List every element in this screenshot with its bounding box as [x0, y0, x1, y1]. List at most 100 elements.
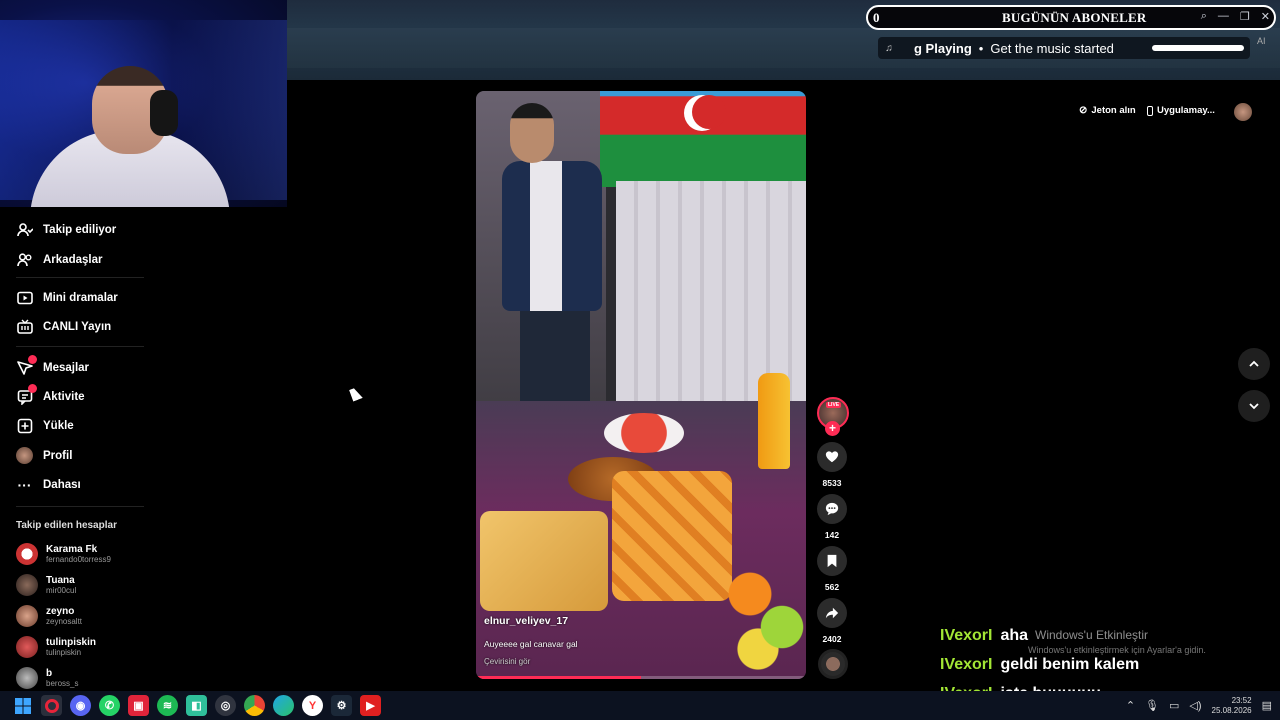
comment-count: 142: [824, 530, 840, 540]
subscribers-title: BUGÜNÜN ABONELER: [1002, 9, 1147, 25]
sidebar-item-following[interactable]: Takip ediliyor: [16, 221, 116, 238]
youtube-icon[interactable]: ▶: [360, 695, 381, 716]
activity-icon: [16, 384, 37, 405]
sidebar-item-label: Dahası: [43, 478, 81, 491]
close-icon[interactable]: ✕: [1261, 10, 1270, 23]
video-scene-bread: [480, 511, 608, 611]
clock[interactable]: 23:52 25.08.2026: [1212, 696, 1252, 716]
sidebar-item-activity[interactable]: Aktivite: [16, 384, 85, 405]
heart-icon[interactable]: [817, 442, 847, 472]
video-player[interactable]: elnur_veliyev_17 Auyeeee gal canavar gal…: [476, 91, 806, 679]
followed-account[interactable]: Karama Fk fernando0torress9: [16, 543, 111, 565]
profile-icon: [16, 447, 33, 464]
headset: [150, 90, 178, 136]
like-count: 8533: [822, 478, 842, 488]
account-name: Tuana: [46, 574, 75, 586]
app-green-icon[interactable]: ◧: [186, 695, 207, 716]
music-widget: ♫ g Playing • Get the music started: [878, 37, 1250, 59]
upload-icon: [16, 417, 33, 434]
follow-button[interactable]: +: [825, 421, 840, 436]
sidebar-item-label: Mesajlar: [43, 361, 90, 374]
comment-icon[interactable]: [817, 494, 847, 524]
steam-icon[interactable]: ⚙: [331, 695, 352, 716]
followed-account[interactable]: Tuana mir00cul: [16, 574, 76, 596]
share-count: 2402: [822, 634, 842, 644]
whatsapp-icon[interactable]: ✆: [99, 695, 120, 716]
opera-icon[interactable]: [41, 695, 62, 716]
live-icon: [16, 318, 33, 335]
clock-date: 25.08.2026: [1211, 705, 1252, 715]
chat-text: geldi benim kalem: [1000, 656, 1140, 673]
app-red-icon[interactable]: ▣: [128, 695, 149, 716]
volume-icon[interactable]: ◁): [1189, 699, 1201, 712]
music-note-icon: ♫: [885, 42, 893, 54]
translate-link[interactable]: Çevirisini gör: [484, 657, 530, 666]
separator-dot: •: [978, 40, 984, 56]
get-coins-button[interactable]: ⊘ Jeton alın: [1079, 105, 1136, 116]
more-icon: ···: [17, 476, 32, 493]
notification-icon[interactable]: ▤: [1262, 699, 1272, 712]
sidebar-item-profile[interactable]: Profil: [16, 447, 72, 464]
share-action[interactable]: 2402: [816, 598, 848, 644]
chevron-down-icon: [1249, 403, 1259, 410]
save-action[interactable]: 562: [816, 546, 848, 592]
sidebar-item-live[interactable]: CANLI Yayın: [16, 318, 111, 335]
video-scene-bottle: [758, 373, 790, 469]
restore-icon[interactable]: ❐: [1240, 10, 1250, 23]
taskbar: ◉ ✆ ▣ ≋ ◧ ◎ Y ⚙ ▶ ⌃ 🎙 ▭ ◁) 23:52 25.08.2…: [0, 691, 1280, 720]
next-video-button[interactable]: [1238, 390, 1270, 422]
network-icon[interactable]: ▭: [1169, 699, 1179, 712]
phone-icon: [1147, 105, 1153, 116]
windows-start-icon[interactable]: [12, 695, 33, 716]
video-username[interactable]: elnur_veliyev_17: [484, 615, 568, 627]
profile-avatar[interactable]: [1234, 103, 1252, 121]
sidebar-item-label: Profil: [43, 449, 73, 462]
subscribers-overlay: 0 BUGÜNÜN ABONELER ⌕ — ❐ ✕: [866, 5, 1276, 30]
friends-icon: [16, 251, 33, 268]
search-icon[interactable]: ⌕: [1201, 10, 1207, 23]
followed-account[interactable]: b beross_s: [16, 667, 78, 689]
account-handle: mir00cul: [46, 585, 77, 595]
get-coins-label: Jeton alın: [1091, 105, 1136, 116]
spotify-icon[interactable]: ≋: [157, 695, 178, 716]
video-progress-bar[interactable]: [476, 676, 806, 679]
chevron-up-icon[interactable]: ⌃: [1126, 699, 1135, 712]
account-handle: beross_s: [46, 678, 79, 688]
account-name: b: [46, 667, 53, 679]
discord-icon[interactable]: ◉: [70, 695, 91, 716]
get-app-label: Uygulamay...: [1157, 105, 1215, 116]
sidebar-item-mini-drama[interactable]: Mini dramalar: [16, 289, 118, 306]
system-tray: ⌃ 🎙 ▭ ◁) 23:52 25.08.2026 ▤: [1126, 691, 1272, 720]
sidebar-item-messages[interactable]: Mesajlar: [16, 355, 90, 376]
followed-account[interactable]: zeyno zeynosaltt: [16, 605, 82, 627]
sidebar-item-friends[interactable]: Arkadaşlar: [16, 251, 102, 268]
previous-video-button[interactable]: [1238, 348, 1270, 380]
music-disc-icon[interactable]: [818, 649, 848, 679]
avatar: [16, 574, 38, 596]
comment-action[interactable]: 142: [816, 494, 848, 540]
share-icon[interactable]: [817, 598, 847, 628]
webcam-overlay: [0, 0, 287, 207]
followed-account[interactable]: tulinpiskin tulinpiskin: [16, 636, 96, 658]
microphone-icon[interactable]: 🎙: [1145, 699, 1159, 712]
avatar: [16, 636, 38, 658]
obs-icon[interactable]: ◎: [215, 695, 236, 716]
sidebar-item-more[interactable]: ··· Dahası: [16, 476, 81, 493]
yandex-icon[interactable]: Y: [302, 695, 323, 716]
notification-badge: [28, 384, 37, 393]
video-scene-head: [510, 103, 554, 163]
chevron-up-icon: [1249, 360, 1259, 367]
bookmark-icon[interactable]: [817, 546, 847, 576]
get-app-button[interactable]: Uygulamay...: [1147, 105, 1215, 116]
edge-icon[interactable]: [273, 695, 294, 716]
chat-username: IVexorI: [940, 656, 993, 673]
video-scene-pastry: [612, 471, 732, 601]
minimize-icon[interactable]: —: [1218, 10, 1229, 23]
like-action[interactable]: 8533: [816, 442, 848, 488]
video-scene-crescent: [684, 95, 726, 131]
avatar: [16, 605, 38, 627]
windows-activation-title: Windows'u Etkinleştir: [1035, 628, 1148, 642]
account-name: zeyno: [46, 605, 75, 617]
chrome-icon[interactable]: [244, 695, 265, 716]
sidebar-item-upload[interactable]: Yükle: [16, 417, 74, 434]
